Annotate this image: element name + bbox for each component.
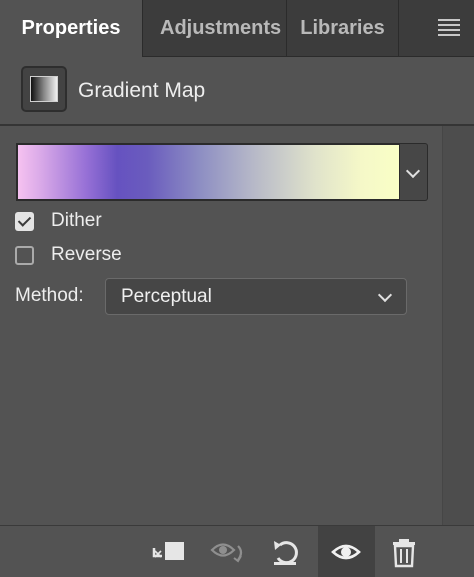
- view-previous-state-icon[interactable]: [210, 536, 246, 568]
- panel-menu-icon[interactable]: [438, 19, 460, 37]
- dither-label[interactable]: Dither: [51, 210, 102, 232]
- gradient-picker-button[interactable]: [400, 143, 428, 201]
- dither-checkbox[interactable]: [15, 212, 34, 231]
- scrollbar-track[interactable]: [442, 126, 474, 525]
- chevron-down-icon: [377, 287, 393, 303]
- checkmark-icon: [17, 213, 32, 227]
- gradient-preview[interactable]: [16, 143, 401, 201]
- properties-header: Gradient Map: [0, 57, 474, 123]
- reverse-label[interactable]: Reverse: [51, 244, 122, 266]
- gradient-map-icon: [21, 66, 67, 112]
- method-value: Perceptual: [121, 286, 212, 307]
- method-label: Method:: [15, 285, 84, 306]
- reset-icon[interactable]: [268, 536, 304, 568]
- panel-tab-bar: Properties Adjustments Libraries: [0, 0, 474, 57]
- visibility-eye-icon[interactable]: [328, 536, 364, 568]
- clip-to-layer-icon[interactable]: [150, 536, 186, 568]
- adjustment-title: Gradient Map: [78, 79, 206, 102]
- chevron-down-icon: [405, 163, 421, 179]
- tab-adjustments[interactable]: Adjustments: [143, 0, 287, 56]
- method-select[interactable]: Perceptual: [105, 278, 407, 315]
- reverse-checkbox[interactable]: [15, 246, 34, 265]
- trash-icon[interactable]: [386, 536, 422, 568]
- properties-footer: [0, 525, 474, 577]
- tab-libraries[interactable]: Libraries: [287, 0, 399, 56]
- tab-properties[interactable]: Properties: [0, 0, 143, 57]
